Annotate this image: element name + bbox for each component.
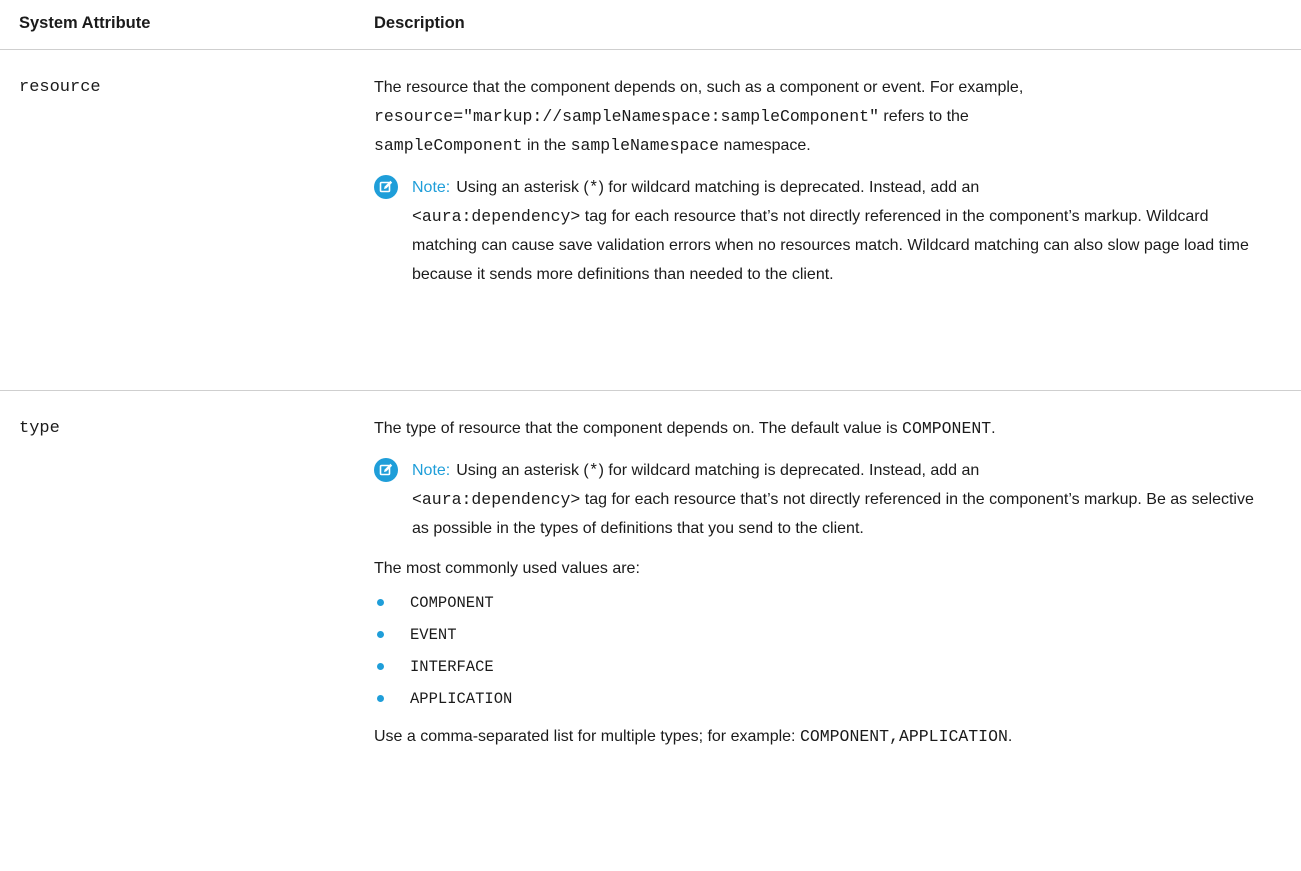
value-code: COMPONENT — [410, 594, 494, 612]
desc-text: . — [991, 420, 996, 437]
note-block: Note: Using an asterisk (*) for wildcard … — [374, 456, 1274, 543]
note-code: * — [588, 461, 599, 480]
desc-text: namespace. — [719, 137, 811, 154]
bullet-dot-icon — [377, 695, 384, 702]
note-code: <aura:dependency> — [412, 490, 581, 509]
attribute-name: resource — [19, 78, 101, 97]
bullet-dot-icon — [377, 631, 384, 638]
note-text: ) for wildcard matching is deprecated. I… — [598, 179, 980, 196]
desc-code: sampleNamespace — [570, 136, 720, 155]
note-label: Note: — [412, 462, 451, 479]
desc-code: resource="markup://sampleNamespace:sampl… — [374, 107, 879, 126]
value-code: APPLICATION — [410, 690, 513, 708]
desc-text: in the — [522, 137, 571, 154]
header-system-attribute: System Attribute — [19, 14, 151, 32]
edit-note-icon — [374, 175, 398, 199]
table-header: System Attribute Description — [0, 0, 1301, 50]
desc-text: The resource that the component depends … — [374, 79, 1024, 96]
description-paragraph: The resource that the component depends … — [374, 73, 1274, 160]
desc-text: refers to the — [878, 108, 969, 125]
table-row: resource The resource that the component… — [0, 50, 1301, 391]
desc-text: The type of resource that the component … — [374, 420, 903, 437]
header-description: Description — [374, 14, 465, 32]
list-item: COMPONENT — [374, 587, 1274, 619]
list-item: APPLICATION — [374, 683, 1274, 715]
bullet-dot-icon — [377, 663, 384, 670]
attribute-description: The type of resource that the component … — [374, 414, 1274, 749]
values-list: COMPONENT EVENT INTERFACE APPLICATION — [374, 587, 1274, 715]
note-text: Using an asterisk ( — [456, 462, 589, 479]
desc-text: Use a comma-separated list for multiple … — [374, 728, 800, 745]
attributes-table: System Attribute Description resource Th… — [0, 0, 1301, 871]
note-block: Note: Using an asterisk (*) for wildcard … — [374, 173, 1274, 289]
desc-code: sampleComponent — [374, 136, 523, 155]
attribute-description: The resource that the component depends … — [374, 73, 1274, 289]
note-text: Using an asterisk ( — [456, 179, 589, 196]
values-intro: The most commonly used values are: — [374, 560, 640, 577]
attribute-name: type — [19, 419, 60, 438]
bullet-dot-icon — [377, 599, 384, 606]
edit-note-icon — [374, 458, 398, 482]
list-item: INTERFACE — [374, 651, 1274, 683]
final-paragraph: Use a comma-separated list for multiple … — [374, 725, 1274, 749]
note-text: ) for wildcard matching is deprecated. I… — [598, 462, 980, 479]
value-code: EVENT — [410, 626, 457, 644]
list-item: EVENT — [374, 619, 1274, 651]
table-row: type The type of resource that the compo… — [0, 391, 1301, 871]
note-code: <aura:dependency> — [412, 207, 581, 226]
value-code: INTERFACE — [410, 658, 494, 676]
note-label: Note: — [412, 179, 451, 196]
desc-code: COMPONENT — [902, 419, 992, 438]
note-code: * — [588, 178, 599, 197]
desc-text: . — [1007, 728, 1013, 745]
description-paragraph: The type of resource that the component … — [374, 414, 1274, 443]
desc-code: COMPONENT,APPLICATION — [799, 727, 1008, 746]
